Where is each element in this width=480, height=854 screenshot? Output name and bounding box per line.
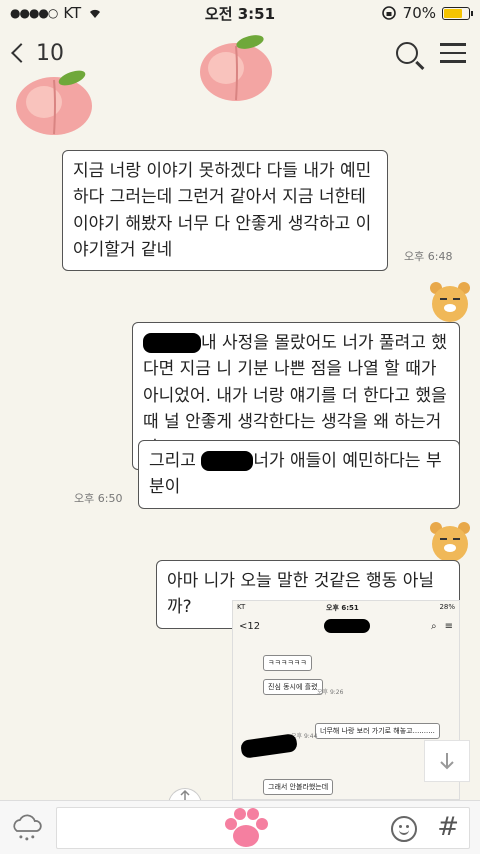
- embedded-status-bar: KT 오후 6:51 28%: [233, 601, 459, 615]
- chevron-left-icon: [11, 43, 31, 63]
- hashtag-icon[interactable]: #: [437, 812, 459, 842]
- scroll-down-button[interactable]: [424, 740, 470, 782]
- arrow-down-icon: [440, 753, 454, 770]
- peach-sticker-icon: [200, 35, 272, 101]
- status-time: 오전 3:51: [204, 4, 276, 23]
- embedded-bubble: 진심 동시에 흘렸: [263, 679, 323, 695]
- embedded-carrier: KT: [237, 603, 246, 611]
- embedded-unread: 12: [247, 620, 261, 632]
- weather-attach-icon[interactable]: [10, 813, 44, 843]
- embedded-bubble: ㅋㅋㅋㅋㅋㅋ: [263, 655, 312, 671]
- redaction-mark: [201, 451, 254, 471]
- unread-count: 10: [36, 40, 64, 66]
- emoticon-icon[interactable]: [391, 815, 417, 842]
- redaction-mark: [143, 333, 201, 353]
- message-bubble-sent[interactable]: 그리고 너가 애들이 예민하다는 부분이: [138, 440, 460, 509]
- search-icon: ⌕: [431, 620, 437, 632]
- redaction-mark: [324, 619, 371, 633]
- search-icon[interactable]: [396, 42, 418, 64]
- message-time: 오후 6:48: [404, 250, 453, 263]
- ryan-emoticon-icon: [430, 282, 470, 322]
- redaction-mark: [240, 733, 298, 759]
- embedded-time-label: 오후 9:26: [317, 689, 344, 696]
- embedded-bubble: 너무해 나랑 보러 가기로 해놓고..........: [315, 723, 440, 739]
- peach-sticker-icon: [16, 70, 92, 135]
- embedded-time: 오후 6:51: [326, 604, 359, 612]
- back-button[interactable]: 10: [11, 40, 64, 66]
- embedded-header: < 12 ⌕ ≡: [233, 615, 459, 637]
- embedded-bubble: 그래서 안볼라했는데: [263, 779, 334, 795]
- paw-sticker-icon: [225, 808, 268, 847]
- menu-icon[interactable]: [440, 43, 466, 63]
- message-bubble-received[interactable]: 지금 너랑 이야기 못하겠다 다들 내가 예민하다 그러는데 그런거 같아서 지…: [62, 150, 388, 272]
- embedded-battery: 28%: [439, 603, 455, 611]
- status-bar: ●●●●○ KT 오전 3:51 70%: [0, 0, 480, 26]
- battery-icon: [442, 6, 473, 20]
- menu-icon: ≡: [444, 620, 453, 632]
- message-text-before: 그리고: [149, 451, 196, 471]
- chevron-left-icon: <: [239, 620, 248, 632]
- message-input[interactable]: [56, 807, 357, 848]
- ryan-emoticon-icon: [430, 522, 470, 562]
- message-time: 오후 6:50: [74, 492, 123, 505]
